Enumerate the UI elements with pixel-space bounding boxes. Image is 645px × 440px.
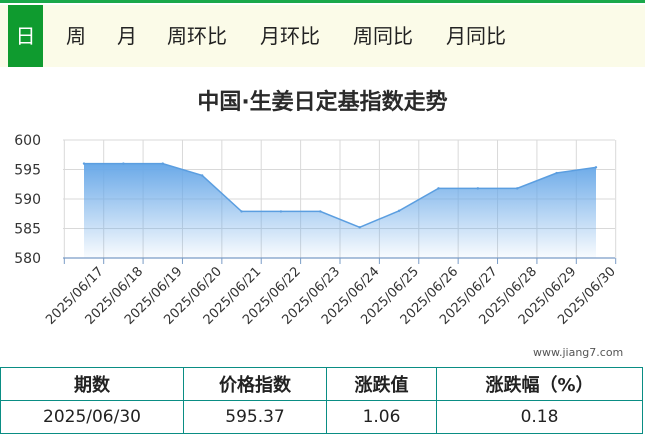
y-tick-label: 595 <box>14 163 41 179</box>
data-point <box>358 226 361 229</box>
y-tick-label: 585 <box>14 222 41 238</box>
data-point <box>279 210 283 213</box>
y-tick-label: 590 <box>14 192 41 208</box>
table-row: 2025/06/30 595.37 1.06 0.18 <box>0 400 643 434</box>
cell-change-value: 1.06 <box>326 400 437 434</box>
header-price-index: 价格指数 <box>183 367 327 401</box>
data-point <box>319 210 322 213</box>
cell-price-index: 595.37 <box>183 400 327 434</box>
index-area-chart: 5805855905956002025/06/172025/06/182025/… <box>14 133 619 328</box>
table-header-row: 期数 价格指数 涨跌值 涨跌幅（%） <box>0 367 643 401</box>
data-point <box>161 162 164 165</box>
data-point <box>555 171 558 175</box>
header-change-percent: 涨跌幅（%） <box>436 367 643 401</box>
header-period: 期数 <box>0 367 184 401</box>
data-point <box>437 187 440 190</box>
data-point <box>516 187 519 190</box>
data-point <box>82 162 86 165</box>
y-tick-label: 600 <box>14 133 41 149</box>
site-watermark: www.jiang7.com <box>533 346 624 359</box>
data-point <box>397 209 401 212</box>
index-summary-table: 期数 价格指数 涨跌值 涨跌幅（%） 2025/06/30 595.37 1.0… <box>0 367 643 434</box>
header-change-value: 涨跌值 <box>326 367 437 401</box>
cell-change-percent: 0.18 <box>436 400 643 434</box>
data-point <box>122 162 125 165</box>
y-tick-label: 580 <box>14 251 41 267</box>
data-point <box>594 166 598 169</box>
data-point <box>240 210 243 213</box>
cell-period: 2025/06/30 <box>0 400 184 434</box>
data-point <box>476 187 480 190</box>
data-point <box>200 174 204 177</box>
